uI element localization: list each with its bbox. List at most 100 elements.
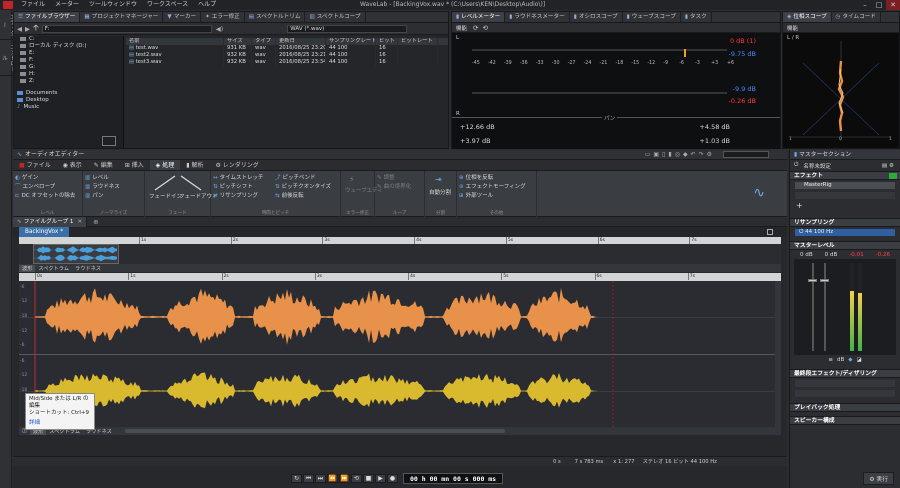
doc-tab[interactable]: BackingVox * — [19, 227, 70, 237]
pan-button[interactable]: ▥ パン — [83, 192, 144, 201]
cursor-position[interactable]: 0 s — [553, 459, 561, 465]
pitch-shift-button[interactable]: ⇅ ピッチシフト — [211, 183, 271, 192]
overview-waveform[interactable] — [19, 244, 781, 264]
playback-processing-header[interactable]: プレイバック処理 — [790, 403, 900, 412]
fader-l[interactable] — [808, 279, 817, 282]
col-modified[interactable]: 更新日 — [276, 38, 326, 45]
file-type-filter[interactable]: WAV (*.wav) — [287, 24, 408, 33]
overview-tab-loudness[interactable]: ラウドネス — [72, 265, 104, 272]
master-level-header[interactable]: マスターレベル — [790, 241, 900, 250]
speaker-config-header[interactable]: スピーカー構成 — [790, 416, 900, 425]
tab-error-correction[interactable]: ✦ エラー修正 — [201, 12, 245, 22]
ribbon-tab-render[interactable]: ⚙ レンダリング — [209, 160, 264, 170]
mute-icon[interactable]: ◪ — [856, 357, 861, 363]
loop-boundary-button[interactable]: ✎ 曲の境界化 — [375, 183, 424, 192]
file-row[interactable]: ▤ test2.wav 932 KB wav 2016/08/25 23:21 44 1… — [126, 52, 448, 59]
envelope-button[interactable]: ⌒ エンベロープ — [13, 183, 82, 192]
stop-button[interactable]: ■ — [363, 473, 374, 483]
selection-length[interactable]: 7 s 783 ms — [575, 459, 604, 465]
reset-icon[interactable]: ⟲ — [482, 24, 487, 32]
tree-item-f[interactable]: F: — [14, 57, 123, 64]
menu-meter[interactable]: メーター — [50, 0, 84, 10]
col-bitrate[interactable]: ビットレート — [398, 38, 438, 45]
maximize-button[interactable]: □ — [872, 0, 886, 10]
refresh-icon[interactable]: ⟳ — [473, 24, 478, 32]
tab-level-meter[interactable]: ▮ レベルメーター — [452, 12, 506, 22]
level-normalize-button[interactable]: ▥ レベル — [83, 174, 144, 183]
main-waveform[interactable]: -6 -12 -18 -12 -6 -6 -12 -18 Mid/Side また… — [19, 281, 781, 430]
editor-toolbar-icons[interactable]: ▭▣▯▮◎◆↶↷⚙ — [645, 150, 715, 160]
render-button[interactable]: ⚙ 実行 — [863, 472, 894, 485]
main-ruler[interactable]: 0s 1s 2s 3s 4s 5s 6s 7s — [19, 273, 781, 281]
col-name[interactable]: 名前 — [126, 38, 224, 45]
add-effect-icon[interactable]: + — [790, 201, 900, 210]
effects-section-header[interactable]: エフェクト — [790, 171, 900, 180]
minimize-button[interactable]: – — [858, 0, 872, 10]
tab-file-browser[interactable]: ☰ ファイルブラウザー — [14, 12, 81, 22]
ribbon-tab-process[interactable]: ◈ 処理 — [149, 160, 181, 170]
preset-tools-icons[interactable]: ▤⚙ — [882, 163, 896, 169]
tab-phase-scope[interactable]: ◈ 位相スコープ — [783, 12, 832, 22]
go-end-button[interactable]: ⏭ — [315, 473, 326, 483]
col-size[interactable]: サイズ — [224, 38, 252, 45]
tree-item-d[interactable]: ローカル ディスク (D:) — [14, 43, 123, 50]
tab-markers[interactable]: ▼ マーカー — [163, 12, 202, 22]
overview-tab-spectrum[interactable]: スペクトラム — [35, 265, 72, 272]
editor-zoom-dropdown[interactable] — [723, 151, 769, 158]
tab-project-manager[interactable]: ▦ プロジェクトマネージャー — [80, 12, 164, 22]
overview-view-range[interactable] — [33, 244, 119, 264]
file-row[interactable]: ▤ test3.wav 932 KB wav 2016/08/25 23:34 44 1… — [126, 59, 448, 66]
overview-tab-waveform[interactable]: 波形 — [19, 264, 36, 272]
tree-item-z[interactable]: Z: — [14, 78, 123, 85]
tree-item-g[interactable]: G: — [14, 64, 123, 71]
final-effect-slot-1[interactable] — [794, 379, 896, 388]
tree-item-documents[interactable]: Documents — [14, 90, 123, 97]
tab-tasks[interactable]: ▮ タスク — [681, 12, 712, 22]
ribbon-tab-insert[interactable]: ⊞ 挿入 — [119, 160, 150, 170]
path-input[interactable]: F: — [41, 24, 212, 33]
meter-settings-button[interactable]: 機能 — [456, 24, 467, 32]
tab-timecode[interactable]: ◷ タイムコード — [832, 12, 881, 22]
pitch-quantize-button[interactable]: ⇅ ピッチクオンタイズ — [273, 183, 339, 192]
fast-forward-button[interactable]: ⏩ — [339, 473, 350, 483]
forward-icon[interactable]: ▶ — [25, 25, 30, 33]
resampling-section-header[interactable]: リサンプリング — [790, 218, 900, 227]
add-tab-icon[interactable]: ⊕ — [93, 218, 98, 226]
resampling-dropdown[interactable]: ⏻ 44 100 Hz — [794, 228, 896, 237]
dither-icon[interactable]: dB — [837, 357, 844, 363]
speaker-icon[interactable]: ◀) — [216, 25, 224, 33]
col-bit[interactable]: ビット — [376, 38, 398, 45]
tab-loudness-meter[interactable]: ▮ ラウドネスメーター — [505, 12, 570, 22]
time-stretch-button[interactable]: ↔ タイムストレッチ — [211, 174, 271, 183]
vertical-scrollbar[interactable] — [775, 281, 781, 427]
back-icon[interactable]: ◀ — [17, 25, 22, 33]
monitor-icon[interactable]: ◆ — [848, 357, 852, 363]
col-sample-rate[interactable]: サンプリングレート — [326, 38, 376, 45]
tree-item-desktop[interactable]: Desktop — [14, 97, 123, 104]
power-icon[interactable]: ⏻ — [794, 162, 798, 169]
timecode-display[interactable]: 00 h 00 mn 00 s 000 ms — [403, 472, 504, 484]
tree-item-h[interactable]: H: — [14, 71, 123, 78]
preset-button[interactable]: 名称未設定 — [803, 162, 831, 170]
tab-wavescope[interactable]: ▮ ウェーブスコープ — [623, 12, 681, 22]
ribbon-tab-view[interactable]: ◉ 表示 — [57, 160, 88, 170]
fader-r[interactable] — [820, 279, 829, 282]
audio-format[interactable]: ステレオ 16 ビット 44 100 Hz — [643, 458, 717, 465]
horizontal-scrollbar[interactable] — [124, 429, 505, 433]
final-effect-slot-2[interactable] — [794, 389, 896, 398]
up-folder-icon[interactable]: 🡡 — [33, 22, 39, 36]
invert-phase-button[interactable]: ⊕ 位相を反転 — [457, 174, 536, 183]
final-effects-header[interactable]: 最終段エフェクト/ディザリング — [790, 369, 900, 378]
play-button[interactable]: ▶ — [375, 473, 386, 483]
go-start-button[interactable]: ⏮ — [303, 473, 314, 483]
adjust-button[interactable]: ✎ 調整 — [375, 174, 424, 183]
maximize-view-icon[interactable] — [767, 229, 773, 235]
file-row[interactable]: ▤ test.wav 931 KB wav 2016/08/25 23:20 44 10… — [126, 45, 448, 52]
tree-item-music[interactable]: ♪ Music — [14, 104, 123, 111]
reverse-button[interactable]: ⇆ 前後反転 — [273, 192, 339, 201]
loop-mode-button[interactable]: ⟲ — [351, 473, 362, 483]
record-button[interactable]: ● — [387, 473, 398, 483]
loudness-button[interactable]: ▥ ラウドネス — [83, 183, 144, 192]
menu-workspace[interactable]: ワークスペース — [142, 0, 193, 10]
menu-help[interactable]: ヘルプ — [193, 0, 221, 10]
